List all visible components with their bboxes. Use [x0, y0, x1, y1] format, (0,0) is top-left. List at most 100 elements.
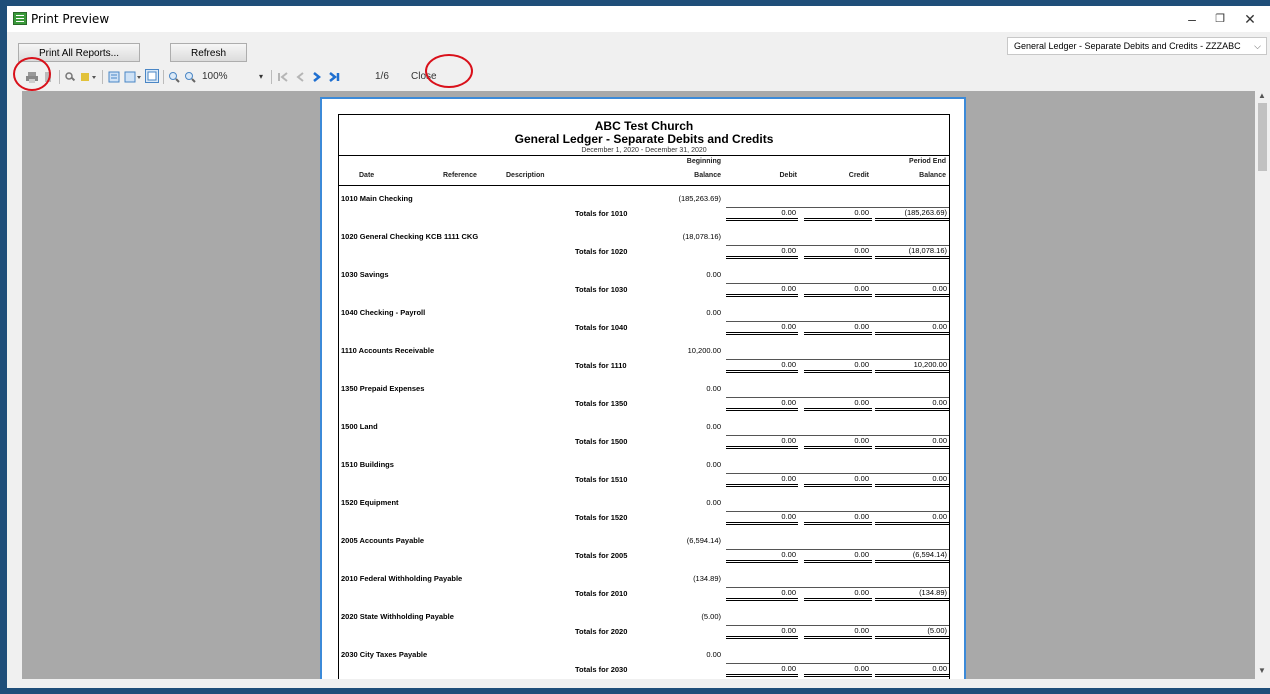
column-header-debit: Debit [779, 172, 798, 179]
vertical-scrollbar[interactable]: ▲ ▼ [1255, 91, 1270, 679]
credit-double-underline [804, 636, 872, 639]
scroll-up-icon[interactable]: ▲ [1258, 91, 1266, 100]
highlight-icon[interactable] [80, 70, 98, 82]
account-name: 2005 Accounts Payable [341, 536, 425, 545]
account-name: 1110 Accounts Receivable [341, 346, 435, 355]
end-double-underline [875, 484, 949, 487]
credit-double-underline [804, 332, 872, 335]
debit-double-underline [726, 560, 798, 563]
debit-double-underline [726, 294, 798, 297]
credit-double-underline [804, 218, 872, 221]
account-name: 2020 State Withholding Payable [341, 612, 454, 621]
column-header-beginning: Beginning [686, 158, 721, 165]
title-bar: Print Preview – ❐ ✕ [7, 6, 1270, 32]
previous-page-icon[interactable] [294, 70, 306, 82]
period-end-total: 0.00 [932, 322, 947, 331]
end-double-underline [875, 446, 949, 449]
account-total-label: Totals for 1500 [575, 437, 628, 446]
end-double-underline [875, 256, 949, 259]
credit-double-underline [804, 484, 872, 487]
credit-double-underline [804, 598, 872, 601]
account-name: 1510 Buildings [341, 460, 394, 469]
total-rule [726, 207, 949, 208]
page-layout-icon[interactable] [145, 69, 159, 83]
debit-total: 0.00 [781, 588, 796, 597]
credit-total: 0.00 [854, 246, 869, 255]
period-end-total: (134.89) [919, 588, 947, 597]
restore-button[interactable]: ❐ [1205, 8, 1235, 30]
refresh-button[interactable]: Refresh [170, 43, 247, 62]
preview-area[interactable]: ABC Test Church General Ledger - Separat… [22, 91, 1255, 679]
column-header-date: Date [359, 172, 375, 179]
total-rule [726, 435, 949, 436]
account-total-label: Totals for 2020 [575, 627, 628, 636]
debit-total: 0.00 [781, 322, 796, 331]
scroll-thumb[interactable] [1258, 103, 1267, 171]
report-date-range: December 1, 2020 - December 31, 2020 [581, 147, 707, 154]
period-end-total: 0.00 [932, 474, 947, 483]
zoom-level[interactable]: 100% [202, 69, 228, 85]
period-end-total: 0.00 [932, 664, 947, 673]
page-indicator: 1/6 [375, 71, 389, 82]
multi-page-icon[interactable] [124, 70, 142, 83]
account-total-label: Totals for 1010 [575, 209, 628, 218]
chevron-down-icon: ⌵ [1254, 41, 1261, 51]
period-end-total: (185,263.69) [904, 208, 947, 217]
period-end-total: 0.00 [932, 398, 947, 407]
total-rule [726, 245, 949, 246]
account-name: 1040 Checking - Payroll [341, 308, 426, 317]
account-name: 1010 Main Checking [341, 194, 413, 203]
debit-double-underline [726, 446, 798, 449]
total-rule [726, 321, 949, 322]
credit-double-underline [804, 408, 872, 411]
debit-total: 0.00 [781, 246, 796, 255]
first-page-icon[interactable] [277, 70, 289, 82]
debit-total: 0.00 [781, 664, 796, 673]
credit-total: 0.00 [854, 398, 869, 407]
total-rule [726, 283, 949, 284]
debit-total: 0.00 [781, 550, 796, 559]
column-header-balance: Balance [694, 172, 721, 179]
account-total-label: Totals for 1040 [575, 323, 628, 332]
account-total-label: Totals for 1520 [575, 513, 628, 522]
toolbar-divider [163, 70, 164, 84]
column-header-period-end: Period End [909, 158, 946, 165]
status-bar [7, 679, 1270, 688]
minimize-button[interactable]: – [1177, 8, 1207, 30]
toolbar-divider [271, 70, 272, 84]
total-rule [726, 473, 949, 474]
scroll-down-icon[interactable]: ▼ [1258, 666, 1266, 675]
end-double-underline [875, 332, 949, 335]
end-double-underline [875, 636, 949, 639]
total-rule [726, 663, 949, 664]
beginning-balance: 10,200.00 [687, 346, 721, 355]
account-total-label: Totals for 2005 [575, 551, 628, 560]
account-total-label: Totals for 1350 [575, 399, 628, 408]
end-double-underline [875, 598, 949, 601]
account-name: 1030 Savings [341, 270, 389, 279]
print-preview-window: Print Preview – ❐ ✕ Print All Reports...… [7, 6, 1270, 688]
toolbar-divider [59, 70, 60, 84]
debit-double-underline [726, 370, 798, 373]
report-select-dropdown[interactable]: General Ledger - Separate Debits and Cre… [1007, 37, 1267, 55]
end-double-underline [875, 560, 949, 563]
zoom-dropdown-icon[interactable]: ▾ [259, 69, 263, 85]
debit-double-underline [726, 522, 798, 525]
last-page-icon[interactable] [328, 70, 340, 82]
account-total-label: Totals for 2030 [575, 665, 628, 674]
find-icon[interactable] [64, 70, 76, 82]
next-page-icon[interactable] [311, 70, 323, 82]
single-page-icon[interactable] [108, 70, 120, 83]
credit-total: 0.00 [854, 360, 869, 369]
period-end-total: 0.00 [932, 512, 947, 521]
period-end-total: (5.00) [927, 626, 947, 635]
debit-double-underline [726, 256, 798, 259]
credit-total: 0.00 [854, 588, 869, 597]
beginning-balance: 0.00 [706, 460, 721, 469]
header-divider-bottom [339, 185, 949, 186]
window-title: Print Preview [31, 12, 110, 26]
report-page: ABC Test Church General Ledger - Separat… [320, 97, 966, 679]
zoom-out-icon[interactable] [184, 70, 196, 83]
close-window-button[interactable]: ✕ [1235, 8, 1265, 30]
zoom-in-icon[interactable] [168, 70, 180, 83]
